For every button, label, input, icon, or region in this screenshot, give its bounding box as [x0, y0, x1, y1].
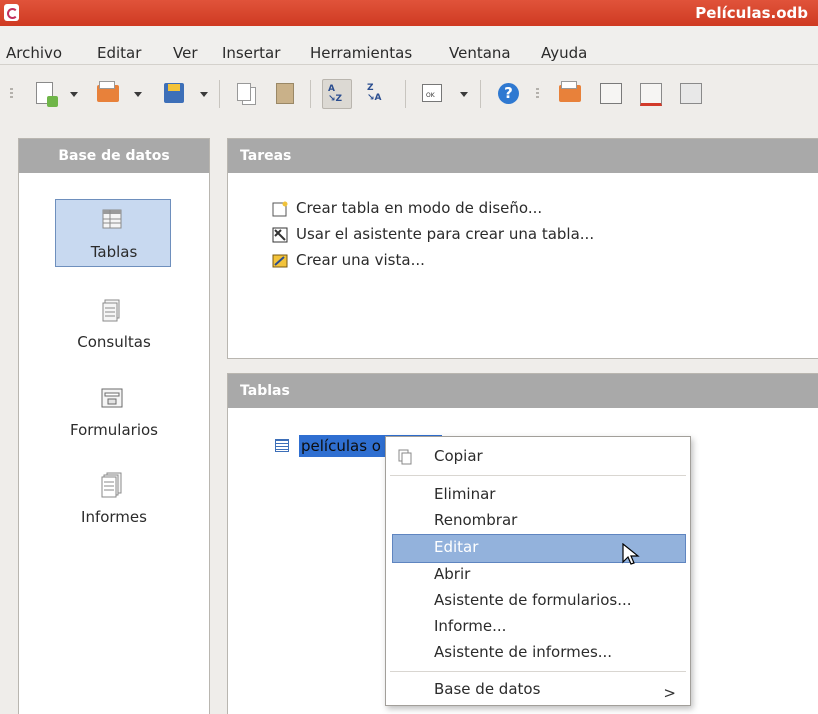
sort-ascending-icon[interactable]: A ↘Z [322, 79, 352, 109]
menu-item-eliminar[interactable]: Eliminar [434, 485, 495, 503]
toolbar-separator [310, 80, 311, 108]
copy-icon[interactable] [232, 79, 260, 107]
toolbar-separator [405, 80, 406, 108]
menu-item-asistente-informes[interactable]: Asistente de informes... [434, 643, 612, 661]
copy-icon [398, 449, 412, 465]
queries-icon [102, 299, 120, 322]
table-icon [275, 439, 289, 452]
sidebar-item-tablas[interactable]: Tablas [19, 199, 209, 269]
delete-icon[interactable] [636, 79, 664, 107]
rename-icon[interactable] [676, 79, 704, 107]
sidebar-item-consultas[interactable]: Consultas [19, 289, 209, 359]
context-menu: Copiar Eliminar Renombrar Editar Abrir A… [385, 436, 691, 706]
tables-icon [102, 209, 122, 229]
sort-descending-icon[interactable]: Z ↘A [362, 79, 390, 107]
sidebar-item-label: Formularios [70, 421, 158, 439]
new-document-icon[interactable] [30, 79, 58, 107]
menu-ventana[interactable]: Ventana [449, 44, 511, 62]
table-design-icon [272, 201, 288, 217]
menu-item-asistente-formularios[interactable]: Asistente de formularios... [434, 591, 632, 609]
sidebar-item-formularios[interactable]: Formularios [19, 377, 209, 447]
menu-separator [390, 671, 686, 672]
sidebar-item-informes[interactable]: Informes [19, 464, 209, 534]
menu-ver[interactable]: Ver [173, 44, 198, 62]
sidebar-panel: Base de datos Tablas Consultas Formulari… [18, 138, 210, 714]
menu-item-editar[interactable]: Editar [434, 538, 478, 556]
menu-item-copiar[interactable]: Copiar [434, 447, 483, 465]
table-icon[interactable] [556, 79, 584, 107]
reports-icon [101, 472, 122, 498]
form-icon[interactable] [418, 79, 446, 107]
tasks-title: Tareas [228, 139, 818, 173]
save-dropdown-icon[interactable] [200, 92, 208, 97]
menu-ayuda[interactable]: Ayuda [541, 44, 587, 62]
open-dropdown-icon[interactable] [134, 92, 142, 97]
toolbar-separator [480, 80, 481, 108]
wizard-icon [272, 227, 288, 243]
menu-herramientas[interactable]: Herramientas [310, 44, 412, 62]
menu-item-abrir[interactable]: Abrir [434, 565, 470, 583]
menu-separator [390, 475, 686, 476]
sidebar-item-label: Informes [81, 508, 147, 526]
window-title: Películas.odb [695, 4, 808, 22]
sidebar-item-label: Consultas [77, 333, 151, 351]
toolbar-separator [219, 80, 220, 108]
toolbar: A↘Z Z↘A ? [0, 65, 818, 123]
tasks-panel: Tareas Crear tabla en modo de diseño... … [227, 138, 818, 359]
help-icon[interactable]: ? [494, 79, 522, 107]
toolbar-grip[interactable] [536, 88, 539, 100]
sidebar-title: Base de datos [19, 139, 209, 173]
tables-title: Tablas [228, 374, 818, 408]
form-dropdown-icon[interactable] [460, 92, 468, 97]
menu-item-renombrar[interactable]: Renombrar [434, 511, 517, 529]
mouse-cursor-icon [622, 543, 640, 565]
paste-icon[interactable] [270, 79, 298, 107]
menu-editar[interactable]: Editar [97, 44, 141, 62]
menu-item-informe[interactable]: Informe... [434, 617, 506, 635]
menu-bar: Archivo Editar Ver Insertar Herramientas… [0, 26, 818, 65]
menu-archivo[interactable]: Archivo [6, 44, 62, 62]
view-icon [272, 254, 288, 268]
edit-icon[interactable] [596, 79, 624, 107]
title-bar: Películas.odb [0, 0, 818, 26]
libreoffice-base-icon [4, 4, 19, 21]
menu-insertar[interactable]: Insertar [222, 44, 280, 62]
submenu-arrow-icon: > [663, 684, 676, 702]
toolbar-grip[interactable] [10, 88, 13, 100]
table-name: películas o [301, 437, 381, 455]
sidebar-item-label: Tablas [90, 243, 138, 261]
open-icon[interactable] [94, 79, 122, 107]
new-dropdown-icon[interactable] [70, 92, 78, 97]
menu-item-base-de-datos[interactable]: Base de datos [434, 680, 540, 698]
forms-icon [101, 388, 123, 408]
save-icon[interactable] [160, 79, 188, 107]
